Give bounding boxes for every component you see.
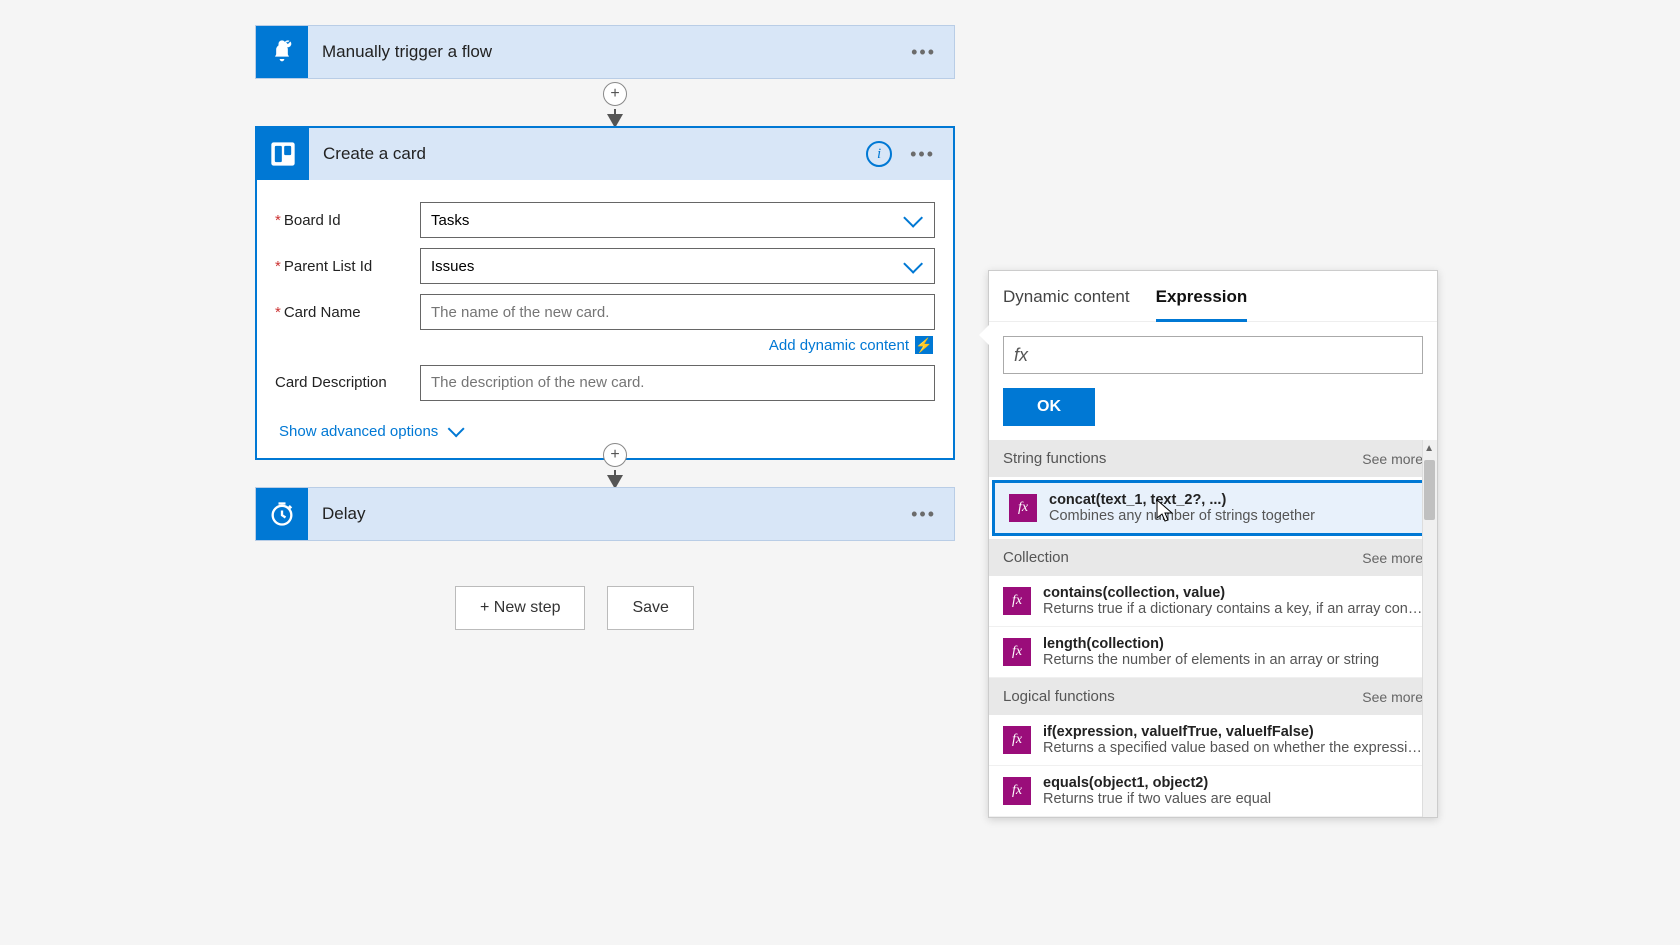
create-card-title: Create a card — [309, 144, 866, 164]
add-step-2[interactable]: + — [603, 443, 627, 467]
save-button[interactable]: Save — [607, 586, 693, 630]
expression-panel: Dynamic content Expression fx OK ▲ Strin… — [988, 270, 1438, 818]
parent-list-input[interactable]: Issues — [420, 248, 935, 284]
see-more-collection[interactable]: See more — [1362, 550, 1423, 566]
delay-action[interactable]: Delay ••• — [255, 487, 955, 541]
section-logical: Logical functions See more — [989, 678, 1437, 715]
add-dynamic-icon: ⚡ — [915, 336, 933, 354]
see-more-logical[interactable]: See more — [1362, 689, 1423, 705]
info-icon[interactable]: i — [866, 141, 892, 167]
parent-list-label: *Parent List Id — [275, 258, 420, 275]
trigger-icon — [256, 26, 308, 78]
trigger-card[interactable]: Manually trigger a flow ••• — [255, 25, 955, 79]
delay-icon — [256, 488, 308, 540]
fn-length[interactable]: fx length(collection) Returns the number… — [989, 627, 1437, 678]
card-desc-label: Card Description — [275, 374, 420, 391]
connector-2: + — [605, 443, 625, 489]
card-name-label: *Card Name — [275, 304, 420, 321]
fx-icon: fx — [1003, 777, 1031, 805]
fn-equals[interactable]: fx equals(object1, object2) Returns true… — [989, 766, 1437, 817]
add-dynamic-content-link[interactable]: Add dynamic content ⚡ — [769, 336, 933, 354]
expression-input[interactable]: fx — [1003, 336, 1423, 374]
trigger-menu[interactable]: ••• — [911, 42, 936, 63]
delay-menu[interactable]: ••• — [911, 504, 936, 525]
see-more-string[interactable]: See more — [1362, 451, 1423, 467]
section-string: String functions See more — [989, 440, 1437, 477]
card-desc-input[interactable]: The description of the new card. — [420, 365, 935, 401]
function-list[interactable]: ▲ String functions See more fx concat(te… — [989, 440, 1437, 817]
board-id-input[interactable]: Tasks — [420, 202, 935, 238]
tab-dynamic-content[interactable]: Dynamic content — [1003, 287, 1130, 321]
trello-icon — [257, 128, 309, 180]
fn-concat[interactable]: fx concat(text_1, text_2?, ...) Combines… — [992, 480, 1434, 536]
delay-title: Delay — [308, 504, 911, 524]
board-id-label: *Board Id — [275, 212, 420, 229]
connector-1: + — [605, 82, 625, 128]
fx-icon: fx — [1009, 494, 1037, 522]
fx-icon: fx — [1003, 726, 1031, 754]
fn-contains[interactable]: fx contains(collection, value) Returns t… — [989, 576, 1437, 627]
show-advanced-toggle[interactable]: Show advanced options — [279, 423, 460, 440]
tab-expression[interactable]: Expression — [1156, 287, 1248, 322]
section-collection: Collection See more — [989, 539, 1437, 576]
fx-icon: fx — [1003, 638, 1031, 666]
card-name-input[interactable]: The name of the new card. — [420, 294, 935, 330]
scrollbar-thumb[interactable] — [1424, 460, 1435, 520]
fn-if[interactable]: fx if(expression, valueIfTrue, valueIfFa… — [989, 715, 1437, 766]
create-card-action[interactable]: Create a card i ••• *Board Id Tasks *Par… — [255, 126, 955, 460]
fx-icon: fx — [1003, 587, 1031, 615]
scrollbar[interactable]: ▲ — [1422, 440, 1437, 817]
create-card-menu[interactable]: ••• — [910, 144, 935, 165]
new-step-button[interactable]: + New step — [455, 586, 585, 630]
ok-button[interactable]: OK — [1003, 388, 1095, 426]
trigger-title: Manually trigger a flow — [308, 42, 911, 62]
add-step-1[interactable]: + — [603, 82, 627, 106]
